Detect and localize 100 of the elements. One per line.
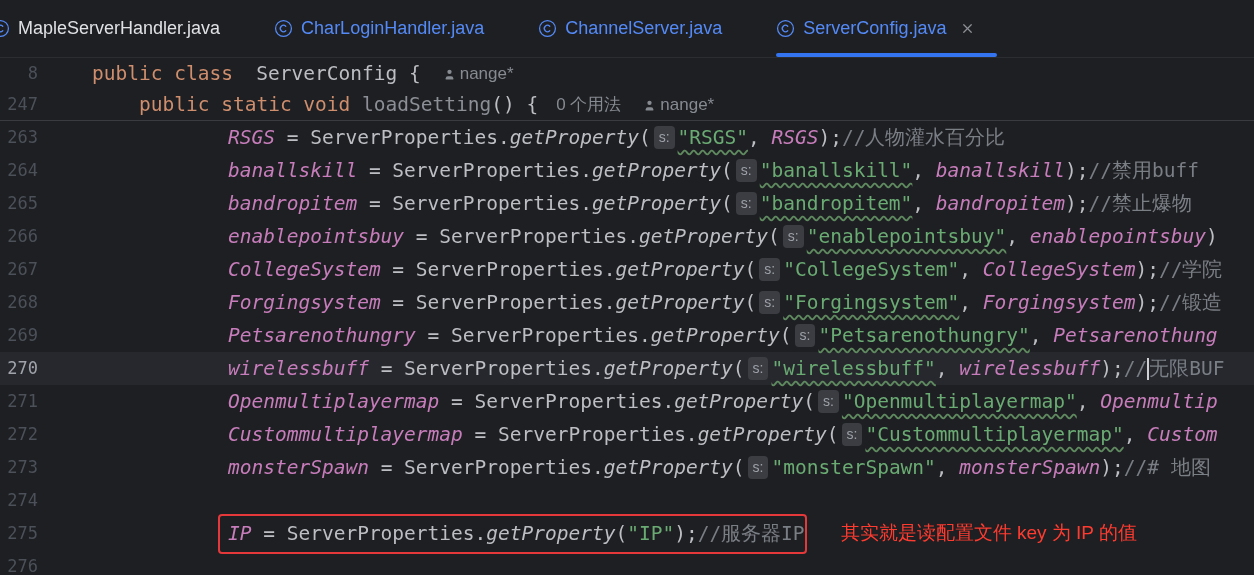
string-literal: "CollegeSystem": [783, 256, 960, 283]
comment: //禁止爆物: [1088, 190, 1192, 217]
parameter-hint: s:: [735, 192, 757, 215]
class-icon: [776, 19, 796, 38]
variable-name: Openmultiplayermap: [228, 388, 440, 415]
code-text: (: [615, 520, 628, 547]
method-name: getProperty: [603, 454, 733, 481]
code-text: );: [818, 124, 842, 151]
code-text: = ServerProperties.: [379, 355, 604, 382]
code-text: (: [721, 157, 733, 184]
code-text: (: [768, 223, 780, 250]
code-text: = ServerProperties.: [367, 157, 592, 184]
code-text: (: [779, 322, 792, 349]
author-hint: nange*: [660, 94, 715, 117]
code-text: = ServerProperties.: [262, 520, 487, 547]
variable-name: RSGS: [228, 124, 275, 151]
class-icon: [538, 19, 558, 38]
variable-name: bandropitem: [228, 190, 358, 217]
string-literal: "wirelessbuff": [771, 355, 936, 382]
editor-tab[interactable]: ServerConfig.java: [776, 0, 998, 57]
comment: //: [1123, 355, 1148, 382]
code-text: ,: [1076, 388, 1090, 415]
code-text: );: [1065, 157, 1089, 184]
method-name: getProperty: [591, 157, 722, 184]
text-cursor: [1147, 357, 1150, 380]
code-text: = ServerProperties.: [414, 223, 639, 250]
parameter-hint: s:: [759, 258, 781, 281]
code-text: = ServerProperties.: [473, 421, 698, 448]
variable-name: IP: [228, 520, 252, 547]
code-text: () {: [491, 92, 539, 119]
variable-name: Petsarenothungry: [228, 322, 416, 349]
variable-name: banallskill: [228, 157, 358, 184]
method-name: getProperty: [697, 421, 827, 448]
method-name: getProperty: [603, 355, 733, 382]
variable-name: CollegeSystem: [228, 256, 381, 283]
code-text: ,: [912, 190, 926, 217]
string-literal: "Custommultiplayermap": [865, 421, 1124, 448]
editor-tab[interactable]: MapleServerHandler.java: [0, 0, 243, 57]
code-text: ): [1205, 223, 1218, 250]
code-text: );: [1100, 454, 1124, 481]
comment: //# 地图: [1123, 454, 1211, 481]
code-text: = ServerProperties.: [379, 454, 604, 481]
code-text: (: [826, 421, 839, 448]
variable-name: wirelessbuff: [228, 355, 369, 382]
editor-tab[interactable]: ChannelServer.java: [538, 0, 745, 57]
string-literal: "monsterSpawn": [771, 454, 936, 481]
method-name: getProperty: [509, 124, 639, 151]
code-text: ,: [1029, 322, 1043, 349]
annotation-note: 其实就是读配置文件 key 为 IP 的值: [840, 521, 1137, 546]
code-text: ServerConfig {: [255, 61, 421, 88]
code-text: (: [638, 124, 651, 151]
method-name: getProperty: [674, 388, 804, 415]
method-name: loadSetting: [362, 92, 492, 119]
comment: //人物灌水百分比: [841, 124, 1006, 151]
method-name: getProperty: [615, 289, 745, 316]
line-number: 270: [6, 356, 38, 380]
variable-name: monsterSpawn: [228, 454, 369, 481]
comment: //禁用buff: [1088, 157, 1199, 184]
string-literal: "IP": [627, 520, 675, 547]
parameter-hint: s:: [747, 357, 769, 380]
usages-hint: 0 个用法: [556, 94, 622, 117]
variable-name: bandropitem: [935, 190, 1065, 217]
code-text: = ServerProperties.: [285, 124, 510, 151]
parameter-hint: s:: [794, 324, 816, 347]
parameter-hint: s:: [747, 456, 769, 479]
code-text: );: [1065, 190, 1089, 217]
parameter-hint: s:: [759, 291, 781, 314]
comment: //学院: [1158, 256, 1223, 283]
parameter-hint: s:: [818, 390, 839, 413]
code-text: (: [744, 289, 757, 316]
variable-name: Forgingsystem: [228, 289, 381, 316]
comment: //服务器IP: [697, 520, 805, 547]
code-text: ,: [1006, 223, 1020, 250]
variable-name: CollegeSystem: [982, 256, 1136, 283]
code-text: = ServerProperties.: [391, 289, 616, 316]
method-name: getProperty: [615, 256, 745, 283]
string-literal: "Petsarenothungry": [818, 322, 1030, 349]
code-text: ,: [748, 124, 761, 151]
string-literal: "RSGS": [677, 124, 748, 151]
author-hint: nange*: [459, 63, 514, 86]
variable-name: Openmultip: [1100, 388, 1218, 415]
code-text: ,: [959, 256, 973, 283]
parameter-hint: s:: [841, 423, 863, 446]
variable-name: Custom: [1147, 421, 1218, 448]
editor-tab[interactable]: CharLoginHandler.java: [274, 0, 507, 57]
variable-name: banallskill: [935, 157, 1065, 184]
class-icon: [274, 19, 294, 38]
method-name: getProperty: [650, 322, 780, 349]
code-text: = ServerProperties.: [450, 388, 675, 415]
code-text: ,: [959, 289, 973, 316]
method-name: getProperty: [591, 190, 722, 217]
code-text: (: [721, 190, 733, 217]
string-literal: "Forgingsystem": [783, 289, 960, 316]
string-literal: "banallskill": [759, 157, 913, 184]
code-text: = ServerProperties.: [391, 256, 616, 283]
code-text: );: [1135, 289, 1159, 316]
variable-name: monsterSpawn: [959, 454, 1101, 481]
variable-name: Petsarenothung: [1053, 322, 1218, 349]
code-text: (: [744, 256, 757, 283]
string-literal: "bandropitem": [759, 190, 913, 217]
